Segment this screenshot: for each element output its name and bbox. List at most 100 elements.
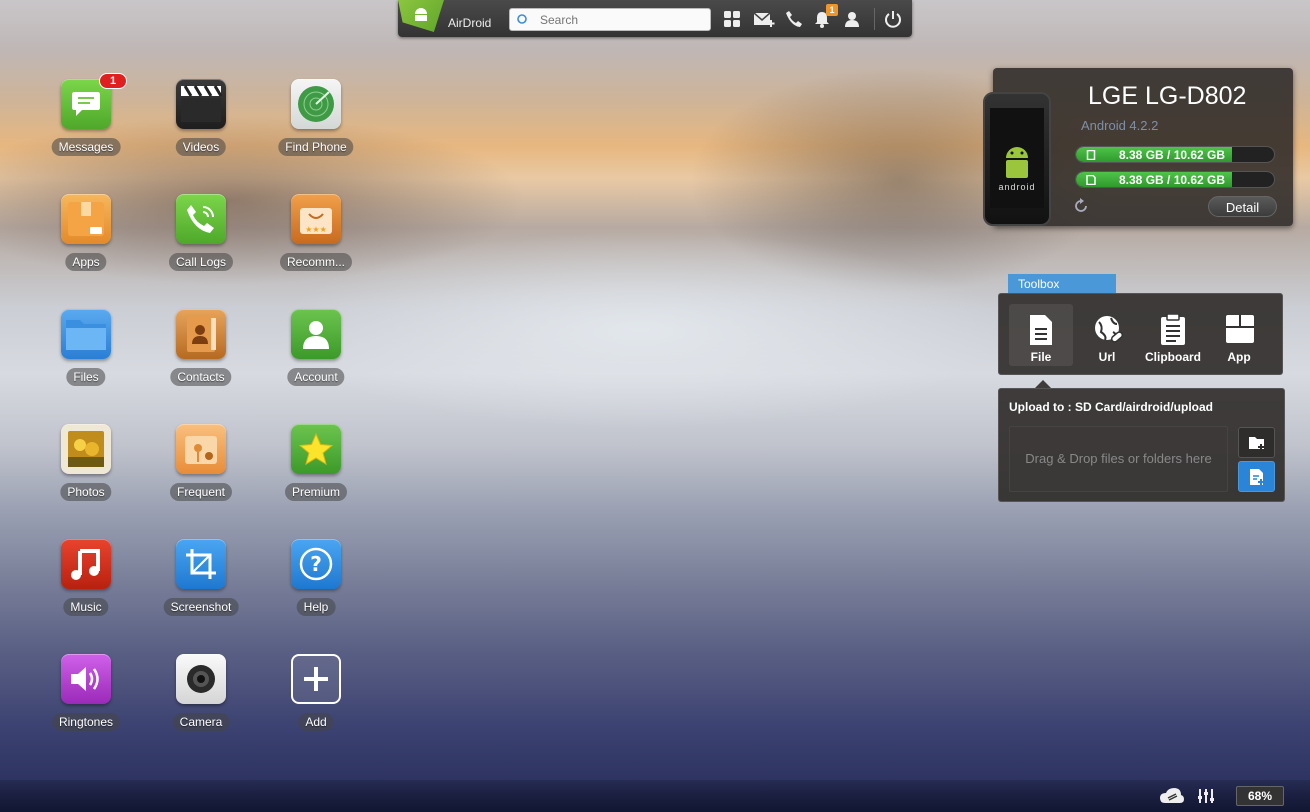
app-help[interactable]: ? Help xyxy=(261,539,371,629)
new-message-icon[interactable] xyxy=(753,10,775,28)
notification-badge: 1 xyxy=(826,4,838,16)
tool-file[interactable]: File xyxy=(1009,304,1073,366)
signal-settings-icon[interactable] xyxy=(1197,787,1215,805)
music-icon xyxy=(61,539,111,589)
toolbox-tab[interactable]: Toolbox xyxy=(1008,274,1116,294)
power-logout-icon[interactable] xyxy=(884,10,902,28)
phone-screen xyxy=(990,108,1044,208)
search-icon xyxy=(517,14,527,24)
battery-level: 68% xyxy=(1236,786,1284,806)
app-label: Help xyxy=(296,598,336,616)
cloud-link-icon[interactable] xyxy=(1159,787,1185,805)
phone-storage-icon xyxy=(1086,150,1096,160)
app-label: Screenshot xyxy=(163,598,239,616)
app-contacts[interactable]: Contacts xyxy=(146,309,256,399)
phone-logo-text: android xyxy=(998,182,1036,192)
app-music[interactable]: Music xyxy=(31,539,141,629)
app-apps[interactable]: Apps xyxy=(31,194,141,284)
account-icon xyxy=(291,309,341,359)
app-messages[interactable]: 1 Messages xyxy=(31,73,141,169)
help-icon: ? xyxy=(291,539,341,589)
tool-label: Url xyxy=(1098,350,1116,364)
internal-storage-bar: 8.38 GB / 10.62 GB xyxy=(1075,146,1275,163)
refresh-icon[interactable] xyxy=(1073,198,1089,214)
app-frequent[interactable]: Frequent xyxy=(146,424,256,514)
airdroid-logo[interactable] xyxy=(398,0,444,32)
app-label: Videos xyxy=(175,138,227,156)
app-name: AirDroid xyxy=(448,16,492,30)
upload-panel: Upload to : SD Card/airdroid/upload Drag… xyxy=(998,388,1285,502)
app-label: Camera xyxy=(172,713,230,731)
tool-label: Clipboard xyxy=(1145,350,1201,364)
app-add[interactable]: Add xyxy=(261,654,371,744)
app-label: Files xyxy=(66,368,106,386)
detail-button[interactable]: Detail xyxy=(1208,196,1277,217)
videos-icon xyxy=(176,79,226,129)
app-label: Contacts xyxy=(170,368,232,386)
screenshot-icon xyxy=(176,539,226,589)
sd-storage-bar: 8.38 GB / 10.62 GB xyxy=(1075,171,1275,188)
tool-label: App xyxy=(1227,350,1251,364)
android-robot-icon xyxy=(1006,147,1028,178)
url-icon xyxy=(1095,316,1124,343)
toolbox-pointer xyxy=(1035,380,1051,388)
app-call-logs[interactable]: Call Logs xyxy=(146,194,256,284)
app-photos[interactable]: Photos xyxy=(31,424,141,514)
app-box-icon xyxy=(1226,315,1254,343)
app-premium[interactable]: Premium xyxy=(261,424,371,514)
toolbar-divider xyxy=(874,8,875,30)
photos-icon xyxy=(61,424,111,474)
app-videos[interactable]: Videos xyxy=(146,79,256,169)
app-label: Music xyxy=(63,598,109,616)
app-label: Call Logs xyxy=(168,253,234,271)
recommend-icon: ★★★ xyxy=(291,194,341,244)
app-find-phone[interactable]: Find Phone xyxy=(261,79,371,169)
add-icon xyxy=(291,654,341,704)
toolbox-panel: File Url Clipboard App xyxy=(998,293,1283,375)
app-label: Add xyxy=(298,713,334,731)
top-bar: AirDroid 1 xyxy=(398,0,912,37)
app-label: Find Phone xyxy=(278,138,354,156)
storage-text: 8.38 GB / 10.62 GB xyxy=(1119,173,1226,187)
app-label: Account xyxy=(287,368,345,386)
svg-text:?: ? xyxy=(310,552,322,576)
app-label: Ringtones xyxy=(51,713,121,731)
call-logs-icon xyxy=(176,194,226,244)
app-label: Premium xyxy=(284,483,348,501)
file-add-icon xyxy=(1249,468,1264,485)
app-files[interactable]: Files xyxy=(31,309,141,399)
folder-add-icon xyxy=(1248,436,1264,450)
tool-url[interactable]: Url xyxy=(1075,304,1139,366)
phone-image: android xyxy=(983,92,1051,226)
app-screenshot[interactable]: Screenshot xyxy=(146,539,256,629)
phone-call-icon[interactable] xyxy=(785,10,803,28)
app-ringtones[interactable]: Ringtones xyxy=(31,654,141,744)
drop-zone[interactable]: Drag & Drop files or folders here xyxy=(1009,426,1228,492)
app-recommend[interactable]: ★★★ Recomm... xyxy=(261,194,371,284)
svg-text:★★★: ★★★ xyxy=(305,225,327,234)
app-label: Messages xyxy=(51,138,121,156)
files-icon xyxy=(61,309,111,359)
tool-label: File xyxy=(1030,350,1052,364)
apps-grid-icon[interactable] xyxy=(723,10,741,28)
contacts-icon xyxy=(176,309,226,359)
tool-app[interactable]: App xyxy=(1207,304,1271,366)
file-icon xyxy=(1030,315,1052,345)
app-camera[interactable]: Camera xyxy=(146,654,256,744)
sd-card-icon xyxy=(1086,175,1096,185)
premium-icon xyxy=(291,424,341,474)
app-account[interactable]: Account xyxy=(261,309,371,399)
upload-folder-button[interactable] xyxy=(1238,427,1275,458)
app-label: Apps xyxy=(65,253,107,271)
frequent-icon xyxy=(176,424,226,474)
account-user-icon[interactable] xyxy=(843,10,861,28)
messages-badge: 1 xyxy=(99,73,128,89)
search-box[interactable] xyxy=(509,8,711,31)
apps-icon xyxy=(61,194,111,244)
find-phone-icon xyxy=(291,79,341,129)
android-logo-icon xyxy=(415,8,427,21)
upload-file-button[interactable] xyxy=(1238,461,1275,492)
app-label: Recomm... xyxy=(279,253,353,271)
tool-clipboard[interactable]: Clipboard xyxy=(1141,304,1205,366)
search-input[interactable] xyxy=(540,11,705,28)
